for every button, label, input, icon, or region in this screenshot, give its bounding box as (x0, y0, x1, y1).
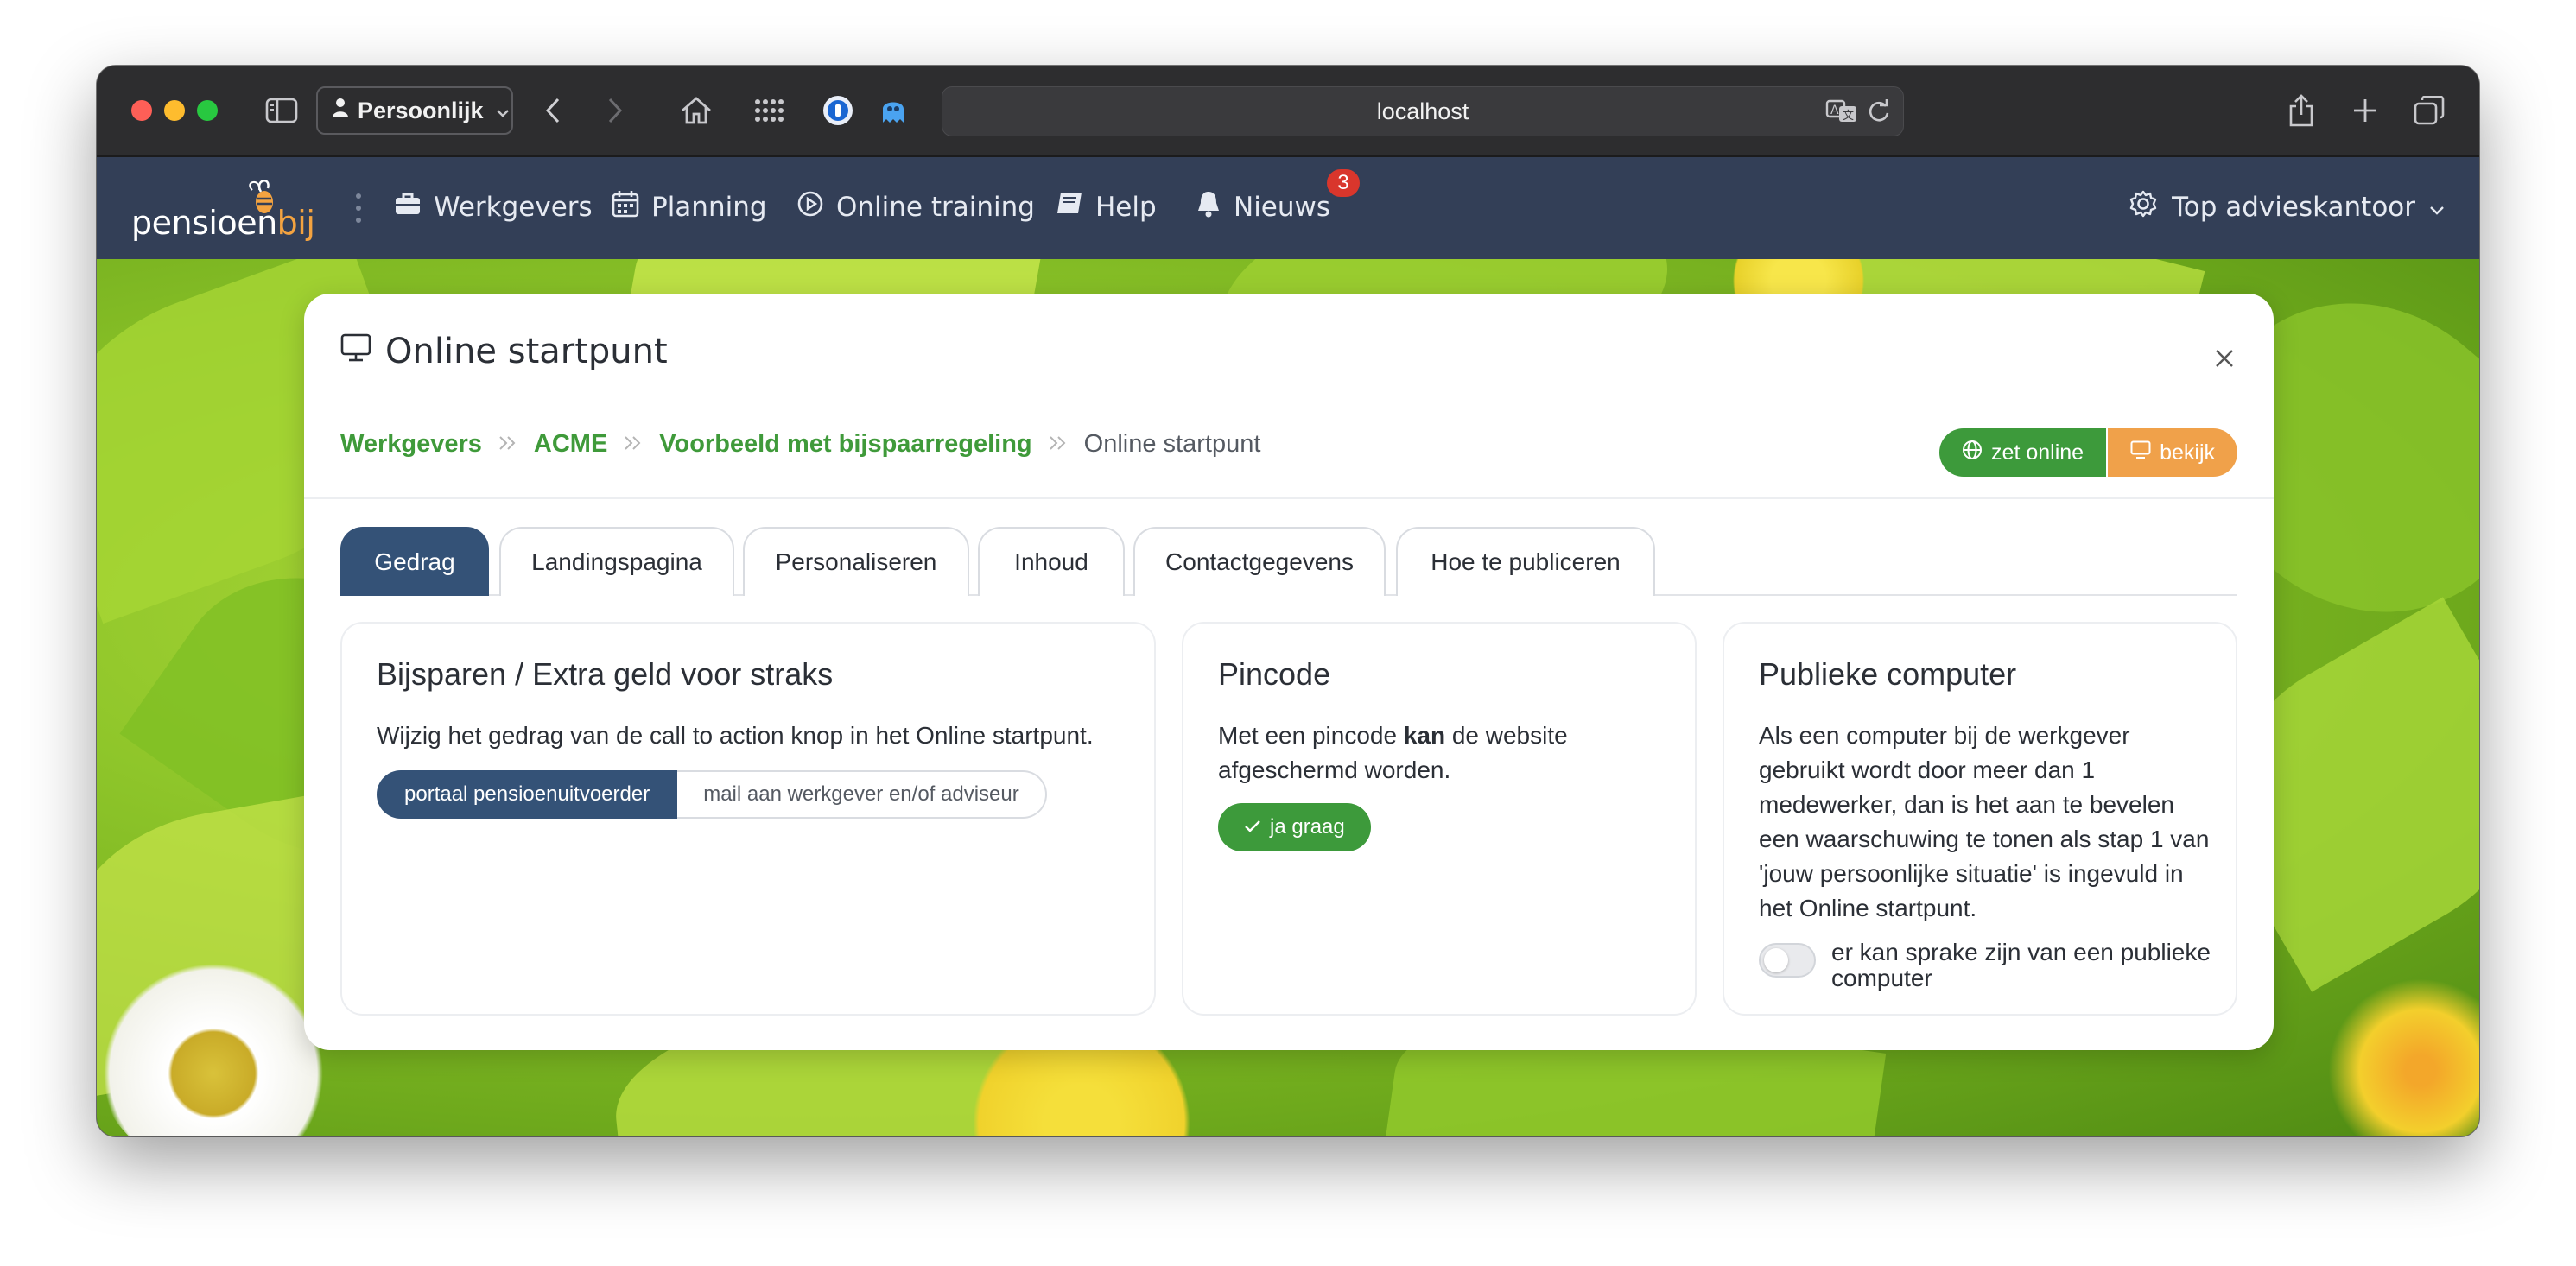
close-window-button[interactable] (131, 100, 152, 121)
briefcase-icon (394, 192, 422, 223)
bijsparen-description: Wijzig het gedrag van de call to action … (377, 722, 1094, 749)
monitor-icon (340, 332, 371, 371)
pensioenbij-logo[interactable]: pensioenbij (131, 176, 315, 245)
bell-icon (1196, 190, 1221, 225)
page-title: Online startpunt (385, 332, 668, 371)
zet-online-label: zet online (1991, 440, 2084, 465)
zet-online-button[interactable]: zet online (1939, 428, 2107, 477)
publieke-computer-description: Als een computer bij de werkgever gebrui… (1759, 722, 2210, 921)
logo-wordmark: pensioenbij (131, 204, 315, 242)
check-icon (1244, 815, 1261, 839)
translate-icon[interactable]: A文 (1825, 98, 1858, 131)
close-icon[interactable] (2213, 347, 2236, 370)
chevron-down-icon (496, 98, 510, 124)
card-actions: zet online bekijk (1939, 428, 2237, 477)
bekijk-label: bekijk (2160, 440, 2215, 465)
calendar-icon (612, 190, 639, 225)
nav-online-training[interactable]: Online training (796, 183, 1035, 231)
url-text: localhost (1376, 98, 1469, 124)
sidebar-toggle-icon[interactable] (263, 88, 301, 133)
nav-planning[interactable]: Planning (612, 183, 767, 231)
breadcrumb-regeling[interactable]: Voorbeeld met bijspaarregeling (659, 430, 1031, 459)
share-icon[interactable] (2282, 88, 2320, 133)
back-icon[interactable] (536, 88, 570, 133)
gear-icon (2129, 189, 2158, 225)
breadcrumb-werkgevers[interactable]: Werkgevers (340, 430, 482, 459)
new-tab-icon[interactable] (2346, 88, 2384, 133)
apps-grid-icon[interactable] (750, 88, 788, 133)
double-chevron-right-icon (498, 431, 518, 458)
tab-hoe-te-publiceren[interactable]: Hoe te publiceren (1396, 527, 1655, 596)
play-circle-icon (796, 190, 824, 225)
pincode-title: Pincode (1218, 656, 1331, 692)
tab-gedrag[interactable]: Gedrag (340, 527, 489, 596)
tab-inhoud[interactable]: Inhoud (978, 527, 1125, 596)
tab-landingspagina[interactable]: Landingspagina (499, 527, 734, 596)
profile-label: Persoonlijk (358, 97, 484, 123)
bijsparen-title: Bijsparen / Extra geld voor straks (377, 656, 834, 692)
double-chevron-right-icon (1048, 431, 1069, 458)
account-label: Top advieskantoor (2172, 192, 2415, 223)
minimize-window-button[interactable] (164, 100, 185, 121)
news-count-badge: 3 (1325, 168, 1361, 199)
bekijk-button[interactable]: bekijk (2108, 428, 2237, 477)
book-icon (1056, 191, 1083, 224)
online-startpunt-card: Online startpunt Werkgevers ACME Voorbee… (304, 294, 2274, 1050)
maximize-window-button[interactable] (197, 100, 218, 121)
breadcrumb-acme[interactable]: ACME (534, 430, 607, 459)
option-portaal-pensioenuitvoerder[interactable]: portaal pensioenuitvoerder (377, 770, 678, 819)
nav-planning-label: Planning (651, 192, 767, 223)
address-bar[interactable]: localhost A文 (942, 86, 1904, 136)
globe-icon (1962, 440, 1983, 466)
account-menu[interactable]: Top advieskantoor (2129, 183, 2445, 231)
cta-behavior-selector: portaal pensioenuitvoerder mail aan werk… (377, 770, 1047, 819)
person-icon (332, 98, 349, 124)
svg-text:A: A (1830, 104, 1839, 117)
tab-contactgegevens[interactable]: Contactgegevens (1133, 527, 1386, 596)
tab-personaliseren[interactable]: Personaliseren (743, 527, 969, 596)
nav-nieuws-label: Nieuws (1234, 192, 1331, 223)
ja-graag-label: ja graag (1270, 815, 1345, 839)
tab-overview-icon[interactable] (2410, 88, 2448, 133)
option-mail-werkgever[interactable]: mail aan werkgever en/of adviseur (677, 770, 1047, 819)
tab-bar: Gedrag Landingspagina Personaliseren Inh… (340, 527, 2237, 596)
double-chevron-right-icon (623, 431, 644, 458)
bijsparen-panel: Bijsparen / Extra geld voor straks Wijzi… (340, 622, 1156, 1016)
publieke-computer-toggle-label: er kan sprake zijn van een publieke comp… (1831, 939, 2211, 991)
nav-nieuws[interactable]: Nieuws (1196, 183, 1330, 231)
monitor-icon (2130, 440, 2151, 465)
ghostery-icon[interactable] (874, 88, 912, 133)
breadcrumb: Werkgevers ACME Voorbeeld met bijspaarre… (340, 430, 1260, 459)
profile-button[interactable]: Persoonlijk (316, 86, 513, 135)
svg-text:文: 文 (1843, 110, 1854, 123)
forward-icon[interactable] (598, 88, 632, 133)
password-manager-icon[interactable] (819, 88, 857, 133)
home-icon[interactable] (677, 88, 715, 133)
ja-graag-button[interactable]: ja graag (1218, 803, 1371, 851)
breadcrumb-current: Online startpunt (1083, 430, 1261, 458)
nav-more-icon[interactable] (356, 193, 361, 223)
nav-online-training-label: Online training (836, 192, 1035, 223)
nav-help[interactable]: Help (1056, 183, 1157, 231)
chevron-down-icon (2429, 192, 2445, 223)
publieke-computer-toggle[interactable] (1759, 943, 1816, 978)
reload-icon[interactable] (1867, 98, 1891, 131)
publieke-computer-panel: Publieke computer Als een computer bij d… (1723, 622, 2237, 1016)
header-divider (304, 497, 2274, 499)
pincode-description: Met een pincode kan de website afgescher… (1218, 722, 1568, 783)
nav-werkgevers[interactable]: Werkgevers (394, 183, 593, 231)
publieke-computer-title: Publieke computer (1759, 656, 2017, 692)
nav-help-label: Help (1095, 192, 1157, 223)
pincode-panel: Pincode Met een pincode kan de website a… (1182, 622, 1697, 1016)
browser-toolbar: Persoonlijk localhost A文 (97, 66, 2479, 157)
app-navbar: pensioenbij Werkgevers Planning Online t… (97, 157, 2479, 259)
card-header: Online startpunt (340, 332, 668, 371)
nav-werkgevers-label: Werkgevers (434, 192, 593, 223)
